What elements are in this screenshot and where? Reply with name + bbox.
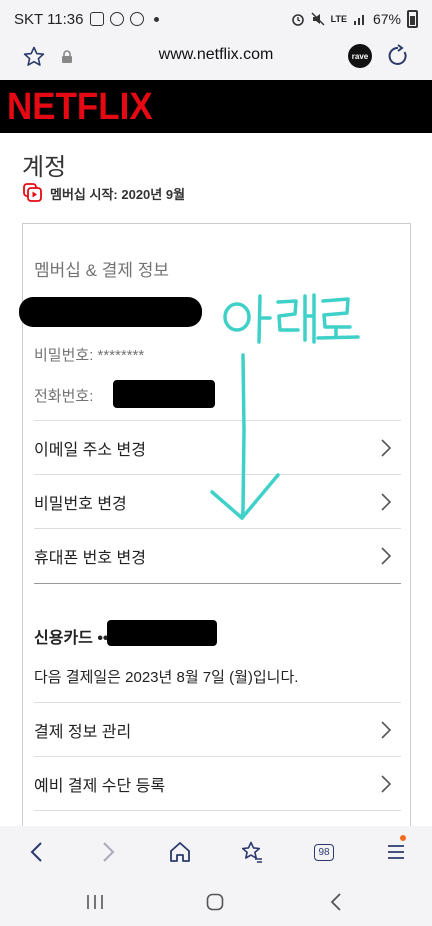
change-password-label: 비밀번호 변경 (34, 495, 127, 513)
change-phone-button[interactable]: 휴대폰 번호 변경 (34, 528, 401, 582)
chevron-right-icon (381, 439, 391, 457)
membership-section-title: 멤버십 & 결제 정보 (34, 261, 169, 280)
bookmarks-star-list-icon (241, 841, 262, 863)
battery-icon (407, 10, 418, 28)
phone-line: 전화번호: (34, 388, 94, 405)
password-line: 비밀번호: ******** (34, 347, 145, 364)
change-phone-label: 휴대폰 번호 변경 (34, 549, 146, 567)
chevron-right-icon (381, 775, 391, 793)
chevron-left-icon (30, 842, 42, 862)
manage-billing-button[interactable]: 결제 정보 관리 (34, 702, 401, 756)
menu-button[interactable] (382, 835, 410, 866)
hamburger-menu-icon (388, 845, 404, 859)
member-since-text: 멤버십 시작: 2020년 9월 (50, 186, 186, 202)
change-email-button[interactable]: 이메일 주소 변경 (34, 420, 401, 474)
recent-apps-icon[interactable] (86, 894, 104, 910)
redacted-phone (113, 380, 215, 408)
next-payment-text: 다음 결제일은 2023년 8월 7일 (월)입니다. (34, 669, 299, 686)
carrier-time: SKT 11:36 (14, 10, 84, 28)
status-bar: SKT 11:36 LTE 67% (0, 0, 432, 38)
network-type: LTE (330, 14, 347, 24)
browser-address-bar[interactable]: www.netflix.com rave (0, 38, 432, 80)
page-title: 계정 (22, 154, 67, 181)
row-divider (34, 810, 401, 811)
section-divider (34, 583, 401, 584)
bookmarks-button[interactable] (238, 838, 266, 866)
add-backup-payment-label: 예비 결제 수단 등록 (34, 777, 166, 795)
home-button[interactable] (166, 838, 194, 866)
change-password-button[interactable]: 비밀번호 변경 (34, 474, 401, 528)
message-notification-icon (129, 12, 144, 26)
chevron-right-icon (381, 547, 391, 565)
battery-percent: 67% (372, 11, 401, 27)
chevron-right-icon (381, 493, 391, 511)
browser-toolbar: 98 (0, 826, 432, 878)
redacted-email (19, 297, 202, 327)
menu-notification-dot (400, 835, 406, 841)
credit-card-line: 신용카드 •• (34, 630, 109, 647)
rave-extension-icon[interactable]: rave (348, 44, 372, 68)
add-backup-payment-button[interactable]: 예비 결제 수단 등록 (34, 756, 401, 810)
more-notifications-icon (153, 16, 159, 22)
gallery-notification-icon (89, 12, 104, 26)
netflix-logo[interactable]: NETFLIX (7, 86, 153, 129)
mute-icon (311, 12, 325, 26)
membership-billing-card: 멤버십 & 결제 정보 비밀번호: ******** 전화번호: 이메일 주소 … (19, 223, 411, 826)
member-since: 멤버십 시작: 2020년 9월 (22, 182, 185, 204)
back-nav-icon[interactable] (330, 892, 342, 912)
redacted-card-number (107, 620, 217, 646)
alarm-icon (291, 14, 304, 26)
forward-button[interactable] (95, 838, 123, 866)
tabs-count: 98 (314, 843, 334, 861)
tabs-button[interactable]: 98 (310, 838, 338, 866)
android-navigation-bar (0, 878, 432, 926)
chevron-right-icon (381, 721, 391, 739)
home-icon (170, 842, 190, 862)
netflix-header: NETFLIX (0, 80, 432, 133)
home-nav-icon[interactable] (206, 893, 224, 911)
signal-icon (353, 15, 364, 25)
reload-icon[interactable] (386, 44, 410, 68)
chat-notification-icon (109, 12, 124, 26)
back-button[interactable] (22, 838, 50, 866)
manage-billing-label: 결제 정보 관리 (34, 723, 132, 741)
membership-icon (23, 183, 42, 202)
chevron-right-icon (103, 842, 115, 862)
change-email-label: 이메일 주소 변경 (34, 441, 146, 459)
